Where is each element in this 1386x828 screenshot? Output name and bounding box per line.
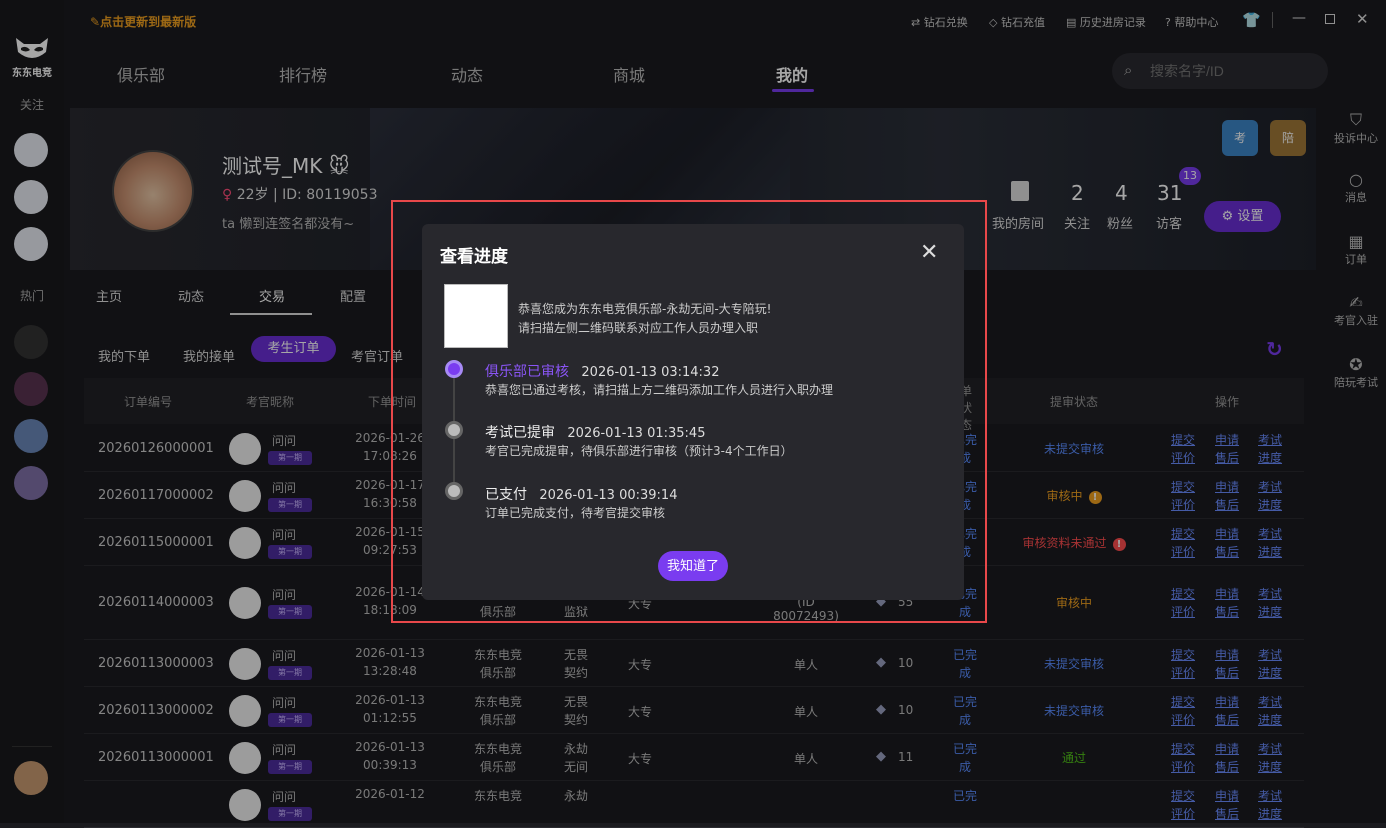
step-desc: 恭喜您已通过考核，请扫描上方二维码添加工作人员进行入职办理	[485, 383, 834, 397]
step-title: 已支付	[485, 487, 527, 503]
progress-modal: 查看进度 ✕ 恭喜您成为东东电竞俱乐部-永劫无间-大专陪玩! 请扫描左侧二维码联…	[422, 224, 964, 600]
step-time: 2026-01-13 03:14:32	[581, 365, 720, 380]
step-desc: 考官已完成提审，待俱乐部进行审核（预计3-4个工作日）	[485, 444, 793, 458]
step-dot	[445, 482, 463, 500]
step-time: 2026-01-13 01:35:45	[567, 426, 706, 441]
close-icon[interactable]: ✕	[920, 240, 938, 265]
modal-message-line1: 恭喜您成为东东电竞俱乐部-永劫无间-大专陪玩!	[518, 302, 772, 316]
step-header: 已支付 2026-01-13 00:39:14	[485, 484, 677, 504]
acknowledge-button[interactable]: 我知道了	[658, 551, 728, 581]
step-header: 俱乐部已审核 2026-01-13 03:14:32	[485, 361, 719, 381]
qr-code-image	[444, 284, 508, 348]
modal-title: 查看进度	[440, 247, 508, 267]
step-desc: 订单已完成支付，待考官提交审核	[485, 506, 666, 520]
step-dot	[445, 421, 463, 439]
step-title: 考试已提审	[485, 425, 555, 441]
modal-message-line2: 请扫描左侧二维码联系对应工作人员办理入职	[518, 321, 759, 335]
step-header: 考试已提审 2026-01-13 01:35:45	[485, 422, 705, 442]
step-dot-active	[445, 360, 463, 378]
step-title: 俱乐部已审核	[485, 364, 569, 380]
step-time: 2026-01-13 00:39:14	[539, 488, 678, 503]
